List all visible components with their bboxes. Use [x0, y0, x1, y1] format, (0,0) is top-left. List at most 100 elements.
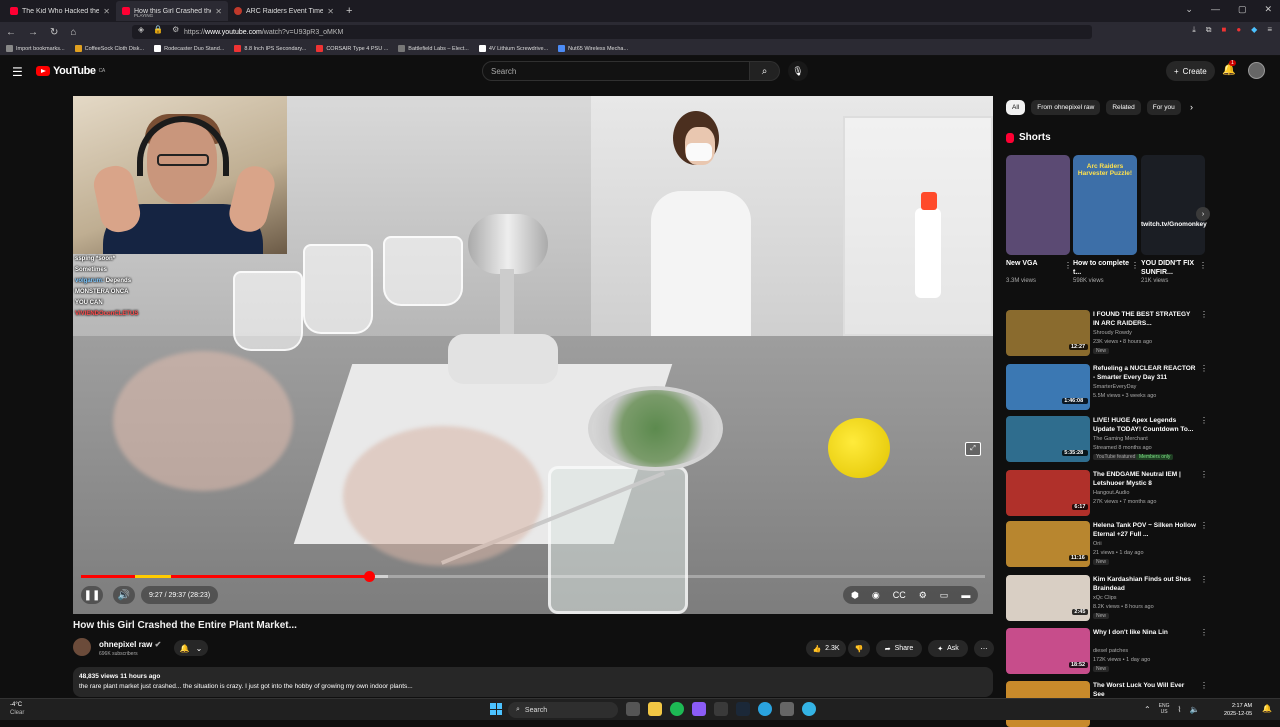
steam-icon[interactable]: [736, 702, 750, 716]
voice-search-button[interactable]: 🎙: [788, 61, 808, 81]
browser-tab-2[interactable]: How this Girl Crashed the Entir PLAYING …: [116, 1, 228, 21]
more-options-icon[interactable]: ⋮: [1064, 261, 1072, 270]
miniplayer-icon[interactable]: ▭: [940, 590, 949, 601]
task-view-icon[interactable]: [626, 702, 640, 716]
description-box[interactable]: 48,835 views 11 hours ago the rare plant…: [73, 667, 993, 697]
recommended-video[interactable]: The Worst Luck You Will Ever See ⋮: [1006, 681, 1208, 727]
short-card[interactable]: New VGA 3.3M views ⋮: [1006, 155, 1072, 284]
bookmark-item[interactable]: CORSAIR Type 4 PSU ...: [316, 45, 388, 52]
pause-button[interactable]: ❚❚: [81, 586, 103, 604]
search-input[interactable]: Search: [482, 61, 750, 81]
extension-red-icon[interactable]: ■: [1221, 25, 1226, 35]
more-options-icon[interactable]: ⋮: [1200, 310, 1208, 319]
minimize-icon[interactable]: —: [1211, 4, 1220, 15]
download-icon[interactable]: ⤓: [1192, 25, 1196, 35]
recommended-video[interactable]: 1:46:08 Refueling a NUCLEAR REACTOR - Sma…: [1006, 364, 1208, 414]
browser-tab-1[interactable]: The Kid Who Hacked the Penta ✕: [4, 1, 116, 21]
recommended-video[interactable]: 2:45 Kim Kardashian Finds out Shes Braind…: [1006, 575, 1208, 625]
more-options-icon[interactable]: ⋮: [1199, 261, 1207, 270]
chip-related[interactable]: Related: [1106, 100, 1141, 115]
more-options-icon[interactable]: ⋮: [1200, 521, 1208, 530]
bookmark-item[interactable]: 4V Lithium Screwdrive...: [478, 45, 548, 52]
reload-icon[interactable]: ↻: [50, 27, 58, 38]
theater-mode-icon[interactable]: ▬: [961, 590, 970, 600]
weather-widget[interactable]: -4°C Clear: [10, 701, 24, 717]
account-avatar[interactable]: [1248, 62, 1265, 79]
lock-icon[interactable]: 🔒: [153, 25, 163, 34]
volume-icon[interactable]: 🔈: [1189, 705, 1199, 714]
bookmark-item[interactable]: Rodecaster Duo Stand...: [154, 45, 224, 52]
more-options-icon[interactable]: ⋮: [1200, 681, 1208, 690]
shield-icon[interactable]: ◈: [138, 25, 144, 34]
youtube-logo[interactable]: YouTube CA: [36, 65, 105, 77]
windows-start-icon[interactable]: [490, 703, 502, 715]
home-icon[interactable]: ⌂: [70, 27, 76, 38]
tray-overflow-icon[interactable]: ⌃: [1144, 705, 1151, 714]
channel-name[interactable]: ohnepixel raw ✔: [99, 640, 161, 649]
bookmark-item[interactable]: Import bookmarks...: [6, 45, 65, 52]
more-options-icon[interactable]: ⋮: [1131, 261, 1139, 270]
hamburger-menu-icon[interactable]: ☰: [12, 65, 23, 79]
menu-icon[interactable]: ≡: [1267, 25, 1272, 35]
notifications-button[interactable]: 🔔 1: [1222, 60, 1236, 76]
like-button[interactable]: 👍 2.3K: [806, 640, 846, 657]
recommended-video[interactable]: 11:16 Helena Tank POV ~ Silken Hollow Ete…: [1006, 521, 1208, 571]
extension-blue-icon[interactable]: ◆: [1251, 25, 1257, 35]
sponsor-icon[interactable]: ⬢: [851, 590, 859, 601]
new-tab-button[interactable]: +: [340, 5, 358, 17]
file-explorer-icon[interactable]: [648, 702, 662, 716]
share-button[interactable]: ➦ Share: [876, 640, 922, 657]
channel-avatar[interactable]: [73, 638, 91, 656]
recommended-video[interactable]: 5:35:28 LIVE! HUGE Apex Legends Update TO…: [1006, 416, 1208, 466]
notification-center-icon[interactable]: 🔔: [1262, 704, 1272, 713]
close-tab-icon[interactable]: ✕: [103, 7, 110, 16]
bookmark-item[interactable]: CoffeeSock Cloth Disk...: [74, 45, 144, 52]
recommended-video[interactable]: 18:52 Why I don't like Nina Lin diesel pat…: [1006, 628, 1208, 678]
recommended-video[interactable]: 12:27 I FOUND THE BEST STRATEGY IN ARC RA…: [1006, 310, 1208, 360]
more-options-icon[interactable]: ⋮: [1200, 364, 1208, 373]
close-tab-icon[interactable]: ✕: [215, 7, 222, 16]
telegram-icon[interactable]: [758, 702, 772, 716]
taskbar-search[interactable]: ⌕ Search: [508, 702, 618, 718]
close-window-icon[interactable]: ✕: [1264, 4, 1272, 15]
chip-from-channel[interactable]: From ohnepixel raw: [1031, 100, 1101, 115]
extension-dot-icon[interactable]: ●: [1236, 25, 1241, 35]
app-gray-icon[interactable]: [780, 702, 794, 716]
fullscreen-overlay-icon[interactable]: ⤢: [965, 442, 981, 456]
subscribed-button[interactable]: 🔔 ⌄: [174, 640, 208, 656]
create-button[interactable]: + Create: [1166, 61, 1215, 81]
short-card[interactable]: YOU DIDN'T FIX SUNFIR... 21K views ⋮: [1141, 155, 1207, 284]
browser-tab-3[interactable]: ARC Raiders Event Timers | Me ✕: [228, 1, 340, 21]
network-icon[interactable]: ⌇: [1178, 705, 1182, 714]
chip-all[interactable]: All: [1006, 100, 1026, 115]
firefox-icon[interactable]: [692, 702, 706, 716]
tab-list-icon[interactable]: ⌄: [1185, 4, 1193, 15]
dislike-button[interactable]: 👎: [848, 640, 870, 657]
back-icon[interactable]: ←: [6, 27, 16, 38]
more-options-icon[interactable]: ⋮: [1200, 575, 1208, 584]
settings-icon[interactable]: ⚙: [919, 590, 927, 601]
clock[interactable]: 2:17 AM 2025-12-05: [1224, 702, 1252, 718]
recommended-video[interactable]: 6:17 The ENDGAME Neutral IEM | Letshuoer …: [1006, 470, 1208, 520]
maximize-icon[interactable]: ▢: [1238, 4, 1247, 15]
more-actions-button[interactable]: ⋯: [974, 640, 994, 657]
video-player[interactable]: ssping *soon* Sometimes volgarum: Depends…: [73, 96, 993, 614]
close-tab-icon[interactable]: ✕: [327, 7, 334, 16]
more-options-icon[interactable]: ⋮: [1200, 416, 1208, 425]
bookmark-item[interactable]: Battlefield Labs – Elect...: [398, 45, 469, 52]
forward-icon[interactable]: →: [28, 27, 38, 38]
shorts-next-button[interactable]: ›: [1196, 207, 1210, 221]
extensions-icon[interactable]: ⧉: [1206, 25, 1212, 35]
bookmark-item[interactable]: 8.8 Inch IPS Secondary...: [234, 45, 306, 52]
more-options-icon[interactable]: ⋮: [1200, 628, 1208, 637]
app-x-icon[interactable]: [714, 702, 728, 716]
more-options-icon[interactable]: ⋮: [1200, 470, 1208, 479]
chip-for-you[interactable]: For you: [1146, 100, 1181, 115]
captions-icon[interactable]: CC: [893, 590, 906, 600]
language-indicator[interactable]: ENG US: [1159, 703, 1170, 715]
volume-button[interactable]: 🔊: [113, 586, 135, 604]
permissions-icon[interactable]: ⚙: [172, 25, 179, 34]
autoplay-toggle-icon[interactable]: ◉: [872, 590, 880, 601]
bookmark-item[interactable]: Nut65 Wireless Mecha...: [558, 45, 628, 52]
edge-icon[interactable]: [802, 702, 816, 716]
